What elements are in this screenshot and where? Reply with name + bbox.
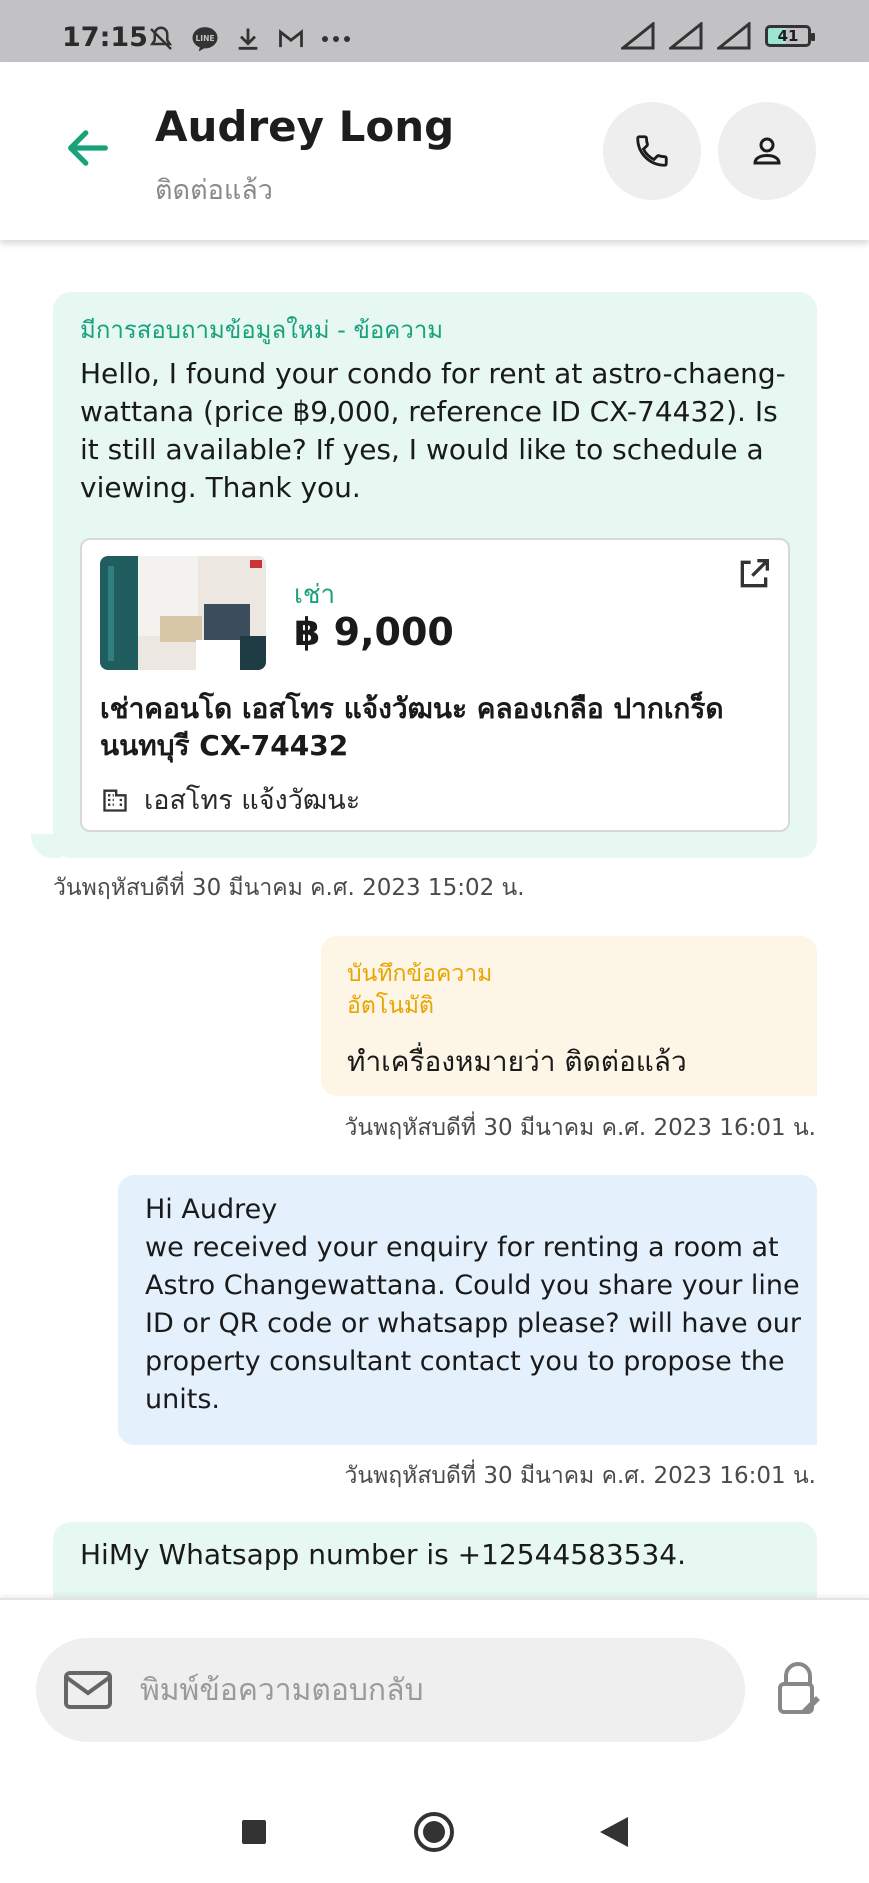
signal-icon — [621, 22, 655, 50]
mail-icon — [64, 1671, 112, 1709]
back-button[interactable] — [62, 122, 114, 174]
latest-text: HiMy Whatsapp number is +12544583534. — [80, 1538, 686, 1571]
home-button[interactable] — [410, 1808, 458, 1856]
note-time: วันพฤหัสบดีที่ 30 มีนาคม ค.ศ. 2023 16:01… — [344, 1115, 816, 1141]
back-arrow-icon — [68, 130, 108, 166]
status-icons-right: 41 — [621, 22, 815, 50]
line-app-icon: LINE — [192, 27, 218, 52]
contact-name: Audrey Long — [155, 102, 455, 151]
listing-project: เอสโทร แจ้งวัฒนะ — [100, 778, 360, 821]
external-link-icon — [740, 559, 769, 588]
reply-text: Hi Audrey we received your enquiry for r… — [145, 1194, 801, 1415]
reply-message: Hi Audrey we received your enquiry for r… — [118, 1175, 817, 1445]
download-icon — [238, 28, 258, 50]
listing-thumbnail — [100, 556, 266, 670]
condo-room-image — [100, 556, 266, 670]
auto-note-message: บันทึกข้อความ อัตโนมัติ ทำเครื่องหมายว่า… — [321, 936, 817, 1096]
latest-message: HiMy Whatsapp number is +12544583534. — [53, 1522, 817, 1598]
conversation-list[interactable]: มีการสอบถามข้อมูลใหม่ - ข้อความ Hello, I… — [0, 240, 869, 1598]
bubble-tail — [31, 834, 61, 858]
svg-text:LINE: LINE — [196, 34, 215, 43]
enquiry-time: วันพฤหัสบดีที่ 30 มีนาคม ค.ศ. 2023 15:02… — [53, 875, 525, 901]
listing-card[interactable]: เช่า ฿ 9,000 เช่าคอนโด เอสโทร แจ้งวัฒนะ … — [80, 538, 790, 832]
more-dots-icon — [322, 36, 350, 42]
lock-edit-icon — [778, 1662, 820, 1714]
open-listing-button[interactable] — [734, 554, 774, 594]
gmail-icon — [279, 29, 303, 48]
circle-home-icon — [414, 1812, 454, 1852]
reply-time: วันพฤหัสบดีที่ 30 มีนาคม ค.ศ. 2023 16:01… — [344, 1463, 816, 1489]
enquiry-text: Hello, I found your condo for rent at as… — [80, 357, 786, 504]
phone-icon — [636, 135, 668, 167]
reply-input[interactable] — [140, 1656, 720, 1724]
status-time: 17:15 — [62, 22, 148, 53]
composer-bar — [0, 1598, 869, 1778]
profile-button[interactable] — [718, 102, 816, 200]
system-nav-bar — [0, 1778, 869, 1883]
call-button[interactable] — [603, 102, 701, 200]
back-nav-button[interactable] — [590, 1808, 638, 1856]
building-icon — [103, 789, 127, 812]
signal-icon — [717, 22, 751, 50]
note-text: ทำเครื่องหมายว่า ติดต่อแล้ว — [347, 1045, 687, 1078]
triangle-back-icon — [600, 1817, 628, 1847]
status-bar: 17:15 LINE 41 — [0, 0, 869, 62]
contact-status: ติดต่อแล้ว — [155, 175, 273, 206]
listing-name: เช่าคอนโด เอสโทร แจ้งวัฒนะ คลองเกลือ ปาก… — [100, 692, 724, 762]
person-icon — [753, 137, 781, 165]
status-icons-left: LINE — [146, 24, 352, 54]
signal-icon — [669, 22, 703, 50]
listing-price: ฿ 9,000 — [294, 610, 454, 654]
enquiry-title: มีการสอบถามข้อมูลใหม่ - ข้อความ — [80, 316, 444, 344]
listing-type: เช่า — [294, 580, 336, 610]
mute-bell-icon — [149, 26, 173, 50]
battery-level: 41 — [777, 27, 799, 45]
listing-project-name: เอสโทร แจ้งวัฒนะ — [144, 785, 361, 816]
chat-header: Audrey Long ติดต่อแล้ว — [0, 62, 869, 240]
lock-template-button[interactable] — [774, 1662, 822, 1718]
recents-button[interactable] — [230, 1808, 278, 1856]
battery-icon: 41 — [765, 25, 815, 47]
reply-field[interactable] — [36, 1638, 745, 1742]
square-icon — [242, 1820, 266, 1844]
enquiry-message: มีการสอบถามข้อมูลใหม่ - ข้อความ Hello, I… — [31, 292, 817, 858]
note-title: บันทึกข้อความ อัตโนมัติ — [347, 961, 493, 1019]
